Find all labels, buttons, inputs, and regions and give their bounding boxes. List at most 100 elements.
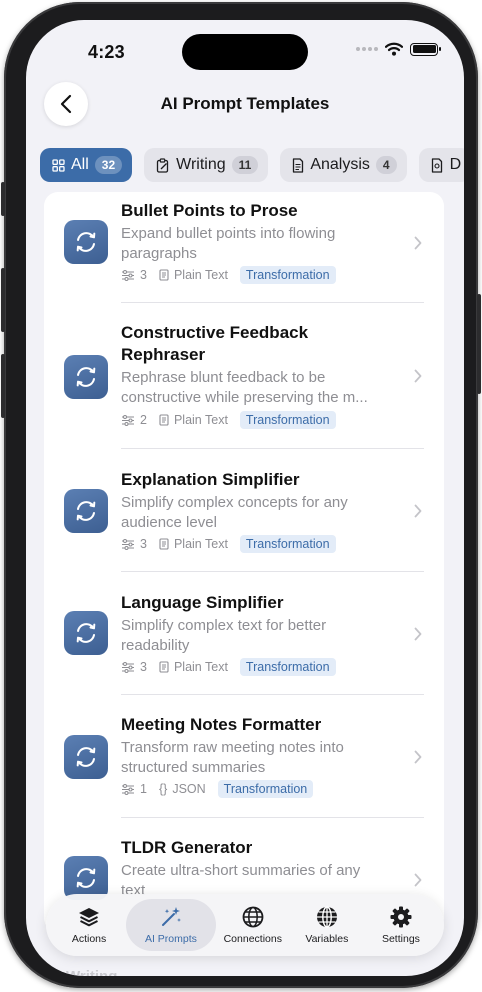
filter-chip-label: All	[71, 156, 89, 173]
template-row-language-simplifier[interactable]: Language Simplifier Simplify complex tex…	[44, 572, 444, 695]
document-icon	[159, 661, 169, 673]
action-button	[1, 182, 5, 216]
tab-label: Variables	[305, 933, 349, 945]
document-icon	[293, 157, 304, 173]
template-description: Simplify complex concepts for any audien…	[121, 494, 348, 531]
chevron-right-icon	[414, 236, 422, 250]
tab-bar: Actions AI Prompts Connections Variables…	[46, 894, 444, 956]
output-format: Plain Text	[173, 660, 228, 674]
device-frame: 4:23 AI Prompt Templates All 32 Writing …	[1, 2, 481, 988]
filter-chip-count: 4	[375, 156, 397, 174]
template-row-bullet-points-to-prose[interactable]: Bullet Points to Prose Expand bullet poi…	[44, 192, 444, 303]
sliders-icon	[122, 414, 134, 426]
tab-label: Actions	[71, 933, 107, 945]
globe-grid-icon	[316, 906, 337, 928]
refresh-icon	[64, 735, 108, 779]
template-meta: 2 Plain Text Transformation	[121, 411, 336, 429]
output-format: JSON	[172, 782, 206, 796]
tab-variables[interactable]: Variables	[290, 899, 364, 951]
chevron-right-icon	[414, 873, 422, 887]
template-meta: 3 Plain Text Transformation	[121, 658, 336, 676]
refresh-icon	[64, 489, 108, 533]
volume-down-button	[1, 354, 5, 418]
template-title: Bullet Points to Prose	[121, 201, 298, 220]
battery-icon	[410, 42, 441, 56]
sliders-icon	[122, 538, 134, 550]
tab-label: Settings	[381, 933, 420, 945]
clipboard-pen-icon	[156, 157, 169, 173]
refresh-icon	[64, 220, 108, 264]
variable-count: 3	[140, 537, 147, 551]
chevron-right-icon	[414, 504, 422, 518]
refresh-icon	[64, 611, 108, 655]
sliders-icon	[122, 661, 134, 673]
doc-search-icon	[431, 157, 442, 173]
tab-label: Connections	[223, 933, 282, 945]
section-heading-behind-tabbar: Writing	[66, 968, 117, 976]
grid-icon	[52, 158, 65, 172]
output-format: Plain Text	[173, 268, 228, 282]
dynamic-island	[182, 34, 308, 70]
category-tag: Transformation	[217, 780, 314, 798]
sliders-icon	[122, 783, 134, 795]
template-row-explanation-simplifier[interactable]: Explanation Simplifier Simplify complex …	[44, 449, 444, 572]
tab-settings[interactable]: Settings	[364, 899, 438, 951]
cellular-icon	[356, 47, 378, 51]
output-format: Plain Text	[173, 537, 228, 551]
template-meta: 3 Plain Text Transformation	[121, 266, 336, 284]
refresh-icon	[64, 355, 108, 399]
template-description: Transform raw meeting notes into structu…	[121, 739, 344, 776]
filter-chip-analysis[interactable]: Analysis 4	[280, 148, 407, 182]
filter-chip-writing[interactable]: Writing 11	[144, 148, 269, 182]
template-description: Rephrase blunt feedback to be constructi…	[121, 369, 368, 406]
volume-up-button	[1, 268, 5, 332]
chevron-right-icon	[414, 750, 422, 764]
status-indicators	[356, 42, 441, 56]
filter-chip-partial[interactable]: D	[418, 148, 464, 182]
template-title: Meeting Notes Formatter	[121, 715, 322, 734]
template-row-meeting-notes-formatter[interactable]: Meeting Notes Formatter Transform raw me…	[44, 695, 444, 818]
variable-count: 3	[140, 268, 147, 282]
chevron-right-icon	[414, 627, 422, 641]
globe-icon	[242, 906, 264, 928]
document-icon	[159, 269, 169, 281]
template-title: Constructive Feedback Rephraser	[121, 323, 309, 364]
tab-ai-prompts[interactable]: AI Prompts	[126, 899, 216, 951]
status-time: 4:23	[88, 42, 125, 62]
tab-actions[interactable]: Actions	[52, 899, 126, 951]
power-button	[477, 294, 481, 394]
sliders-icon	[122, 269, 134, 281]
category-tag: Transformation	[239, 658, 336, 676]
category-tag: Transformation	[239, 266, 336, 284]
template-row-constructive-feedback-rephraser[interactable]: Constructive Feedback Rephraser Rephrase…	[44, 303, 444, 449]
layers-icon	[79, 908, 100, 927]
filter-chip-count: 11	[231, 156, 259, 174]
category-tag: Transformation	[239, 411, 336, 429]
category-tag: Transformation	[239, 535, 336, 553]
template-meta: 1 {} JSON Transformation	[121, 780, 314, 798]
template-meta: 3 Plain Text Transformation	[121, 535, 336, 553]
filter-chip-count: 32	[94, 156, 123, 174]
tab-connections[interactable]: Connections	[216, 899, 290, 951]
variable-count: 2	[140, 413, 147, 427]
template-description: Simplify complex text for better readabi…	[121, 617, 327, 654]
category-filter-bar: All 32 Writing 11 Analysis 4 D	[40, 148, 464, 182]
template-title: Explanation Simplifier	[121, 470, 300, 489]
page-title: AI Prompt Templates	[160, 94, 330, 113]
braces-icon: {}	[158, 782, 168, 796]
chevron-right-icon	[414, 369, 422, 383]
document-icon	[159, 414, 169, 426]
filter-chip-label: D	[449, 156, 462, 173]
variable-count: 3	[140, 660, 147, 674]
wifi-icon	[385, 42, 403, 56]
output-format: Plain Text	[173, 413, 228, 427]
variable-count: 1	[140, 782, 147, 796]
template-title: Language Simplifier	[121, 593, 284, 612]
document-icon	[159, 538, 169, 550]
filter-chip-all[interactable]: All 32	[40, 148, 133, 182]
tab-label: AI Prompts	[144, 933, 197, 945]
template-title: TLDR Generator	[121, 838, 253, 857]
gear-icon	[390, 906, 412, 928]
template-list: Bullet Points to Prose Expand bullet poi…	[44, 192, 444, 932]
sparkle-wand-icon	[161, 907, 181, 926]
